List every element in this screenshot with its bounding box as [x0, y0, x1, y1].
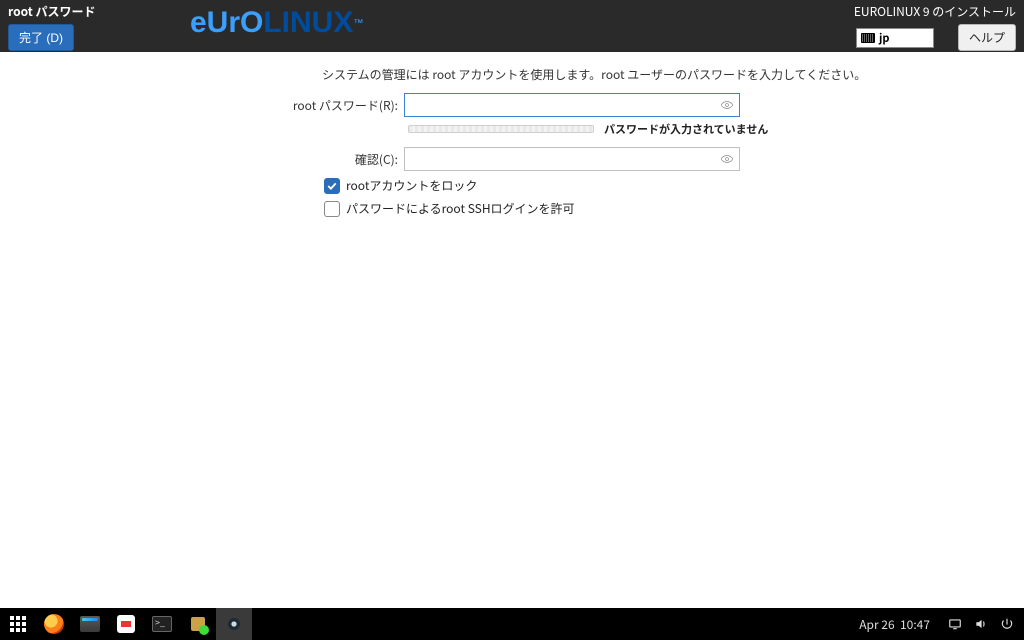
install-title: EUROLINUX 9 のインストール [854, 4, 1016, 20]
activities-button[interactable] [0, 608, 36, 640]
lock-root-checkbox[interactable] [324, 178, 340, 194]
ssh-login-label: パスワードによるroot SSHログインを許可 [346, 200, 575, 217]
taskbar-terminal[interactable] [144, 608, 180, 640]
taskbar-date: Apr 26 [859, 616, 894, 633]
ssh-login-row: パスワードによるroot SSHログインを許可 [324, 200, 1004, 217]
password-strength-row: パスワードが入力されていません [20, 121, 1004, 137]
logo-tm: ™ [353, 18, 363, 29]
taskbar-software[interactable] [108, 608, 144, 640]
files-icon [80, 616, 100, 632]
header-left: root パスワード 完了 (D) [0, 0, 104, 52]
disk-install-icon [188, 614, 208, 634]
password-strength-bar [408, 125, 594, 133]
confirm-password-label: 確認(C): [20, 151, 404, 168]
header-right-controls: jp ヘルプ [856, 24, 1016, 51]
taskbar-clock[interactable]: Apr 26 10:47 [859, 616, 930, 633]
keyboard-layout-indicator[interactable]: jp [856, 28, 934, 48]
firefox-icon [44, 614, 64, 634]
confirm-password-row: 確認(C): [20, 147, 1004, 171]
logo-linux: LINUX [263, 6, 353, 40]
keyboard-icon [861, 33, 875, 43]
display-icon [948, 617, 962, 631]
distro-logo: eUrOLINUX™ [190, 6, 363, 40]
lock-root-row: rootアカウントをロック [324, 177, 1004, 194]
password-strength-text: パスワードが入力されていません [604, 121, 768, 137]
system-tray[interactable] [948, 617, 1014, 631]
main-content: システムの管理には root アカウントを使用します。root ユーザーのパスワ… [0, 52, 1024, 231]
help-button[interactable]: ヘルプ [958, 24, 1016, 51]
root-password-label: root パスワード(R): [20, 97, 404, 114]
header-right: EUROLINUX 9 のインストール jp ヘルプ [846, 0, 1024, 52]
anaconda-icon [224, 614, 244, 634]
keyboard-layout-code: jp [879, 30, 889, 46]
reveal-password-icon[interactable] [720, 98, 734, 112]
taskbar-anaconda[interactable] [216, 608, 252, 640]
description-text: システムの管理には root アカウントを使用します。root ユーザーのパスワ… [322, 66, 1004, 83]
ssh-login-checkbox[interactable] [324, 201, 340, 217]
header-bar: root パスワード 完了 (D) eUrOLINUX™ EUROLINUX 9… [0, 0, 1024, 52]
taskbar-installer-media[interactable] [180, 608, 216, 640]
logo-euro: eUrO [190, 6, 263, 40]
lock-root-label: rootアカウントをロック [346, 177, 477, 194]
taskbar-firefox[interactable] [36, 608, 72, 640]
root-password-row: root パスワード(R): [20, 93, 1004, 117]
root-password-wrap [404, 93, 740, 117]
volume-icon [974, 617, 988, 631]
done-button[interactable]: 完了 (D) [8, 24, 74, 51]
confirm-password-wrap [404, 147, 740, 171]
shopping-bag-icon [117, 615, 135, 633]
grid-icon [10, 616, 26, 632]
page-title: root パスワード [8, 4, 96, 20]
reveal-confirm-icon[interactable] [720, 152, 734, 166]
taskbar-time: 10:47 [900, 616, 930, 633]
taskbar: Apr 26 10:47 [0, 608, 1024, 640]
root-password-input[interactable] [404, 93, 740, 117]
taskbar-files[interactable] [72, 608, 108, 640]
power-icon [1000, 617, 1014, 631]
terminal-icon [152, 616, 172, 632]
confirm-password-input[interactable] [404, 147, 740, 171]
